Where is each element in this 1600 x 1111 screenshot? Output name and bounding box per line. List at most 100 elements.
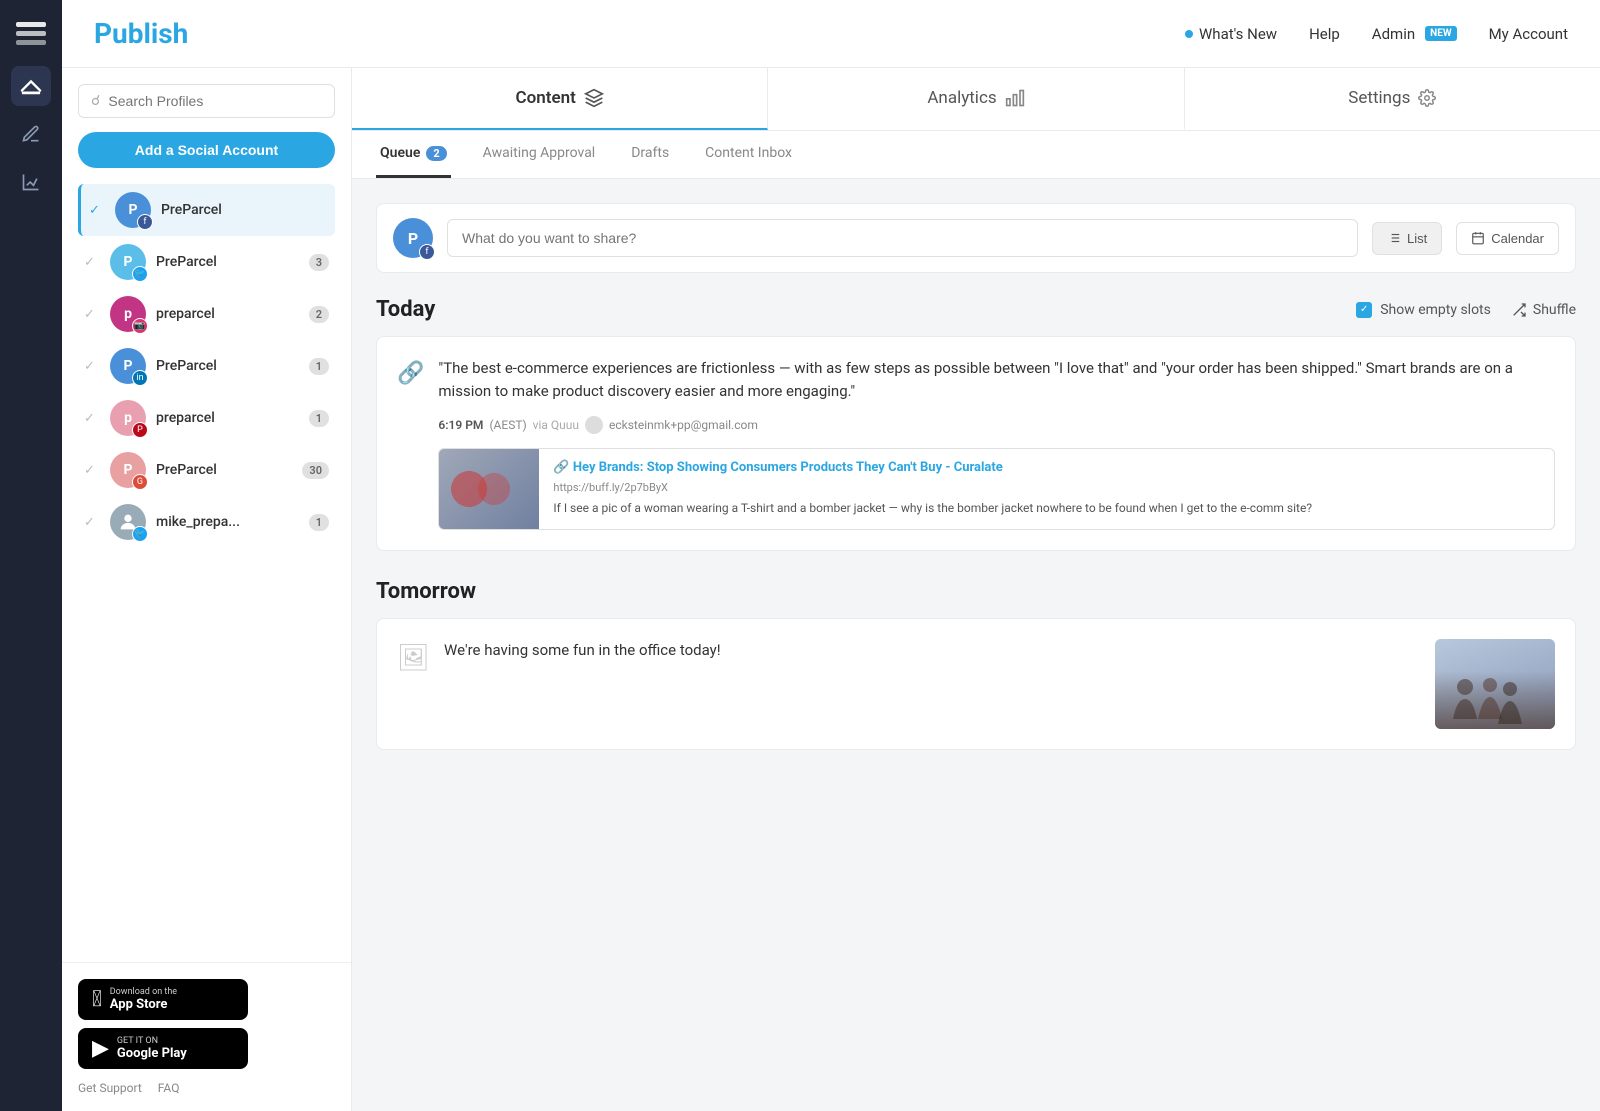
sub-tabs: Queue 2 Awaiting Approval Drafts Content…: [352, 131, 1600, 179]
show-empty-checkbox[interactable]: ✓: [1356, 302, 1372, 318]
queue-badge: 2: [426, 146, 446, 161]
instagram-badge: 📷: [132, 318, 148, 334]
subtab-queue[interactable]: Queue 2: [376, 131, 451, 178]
google-play-big-text: Google Play: [117, 1046, 187, 1061]
sidebar-icon-analytics[interactable]: [11, 162, 51, 202]
app-title: Publish: [94, 17, 1185, 50]
tab-settings[interactable]: Settings: [1185, 68, 1600, 130]
twitter-badge-mike: 🐦: [132, 526, 148, 542]
tomorrow-header: Tomorrow: [376, 579, 1576, 604]
apple-icon: : [92, 987, 102, 1012]
post-link-content: 🔗 Hey Brands: Stop Showing Consumers Pro…: [539, 449, 1554, 529]
post-link-preview[interactable]: 🔗 Hey Brands: Stop Showing Consumers Pro…: [438, 448, 1555, 530]
subtab-drafts[interactable]: Drafts: [627, 131, 673, 178]
google-play-icon: ▶: [92, 1036, 109, 1061]
nav-my-account[interactable]: My Account: [1489, 25, 1568, 43]
profile-name-gp: PreParcel: [156, 462, 292, 478]
sidebar-icon-publish[interactable]: [11, 66, 51, 106]
subtab-awaiting-approval[interactable]: Awaiting Approval: [479, 131, 600, 178]
check-icon-ig: ✓: [84, 307, 100, 322]
gear-icon: [1418, 89, 1436, 107]
profile-name-li: PreParcel: [156, 358, 299, 374]
shuffle-icon: [1511, 302, 1527, 318]
nav-admin[interactable]: Admin NEW: [1372, 25, 1457, 43]
app-store-button[interactable]:  Download on the App Store: [78, 979, 248, 1020]
profile-name-pi: preparcel: [156, 410, 299, 426]
avatar-preparcel-pi: p P: [110, 400, 146, 436]
post-time: 6:19 PM: [438, 418, 483, 432]
app-store-big-text: App Store: [110, 997, 177, 1012]
profile-item-preparcel-pi[interactable]: ✓ p P preparcel 1: [78, 392, 335, 444]
avatar-preparcel-ig: p 📷: [110, 296, 146, 332]
post-link-url: https://buff.ly/2p7bByX: [553, 481, 1540, 494]
profile-item-preparcel-fb[interactable]: ✓ P f PreParcel: [78, 184, 335, 236]
post-content-2: We're having some fun in the office toda…: [444, 639, 1555, 729]
whats-new-dot: [1185, 30, 1193, 38]
sidebar-icon-drafts[interactable]: [11, 114, 51, 154]
add-account-button[interactable]: Add a Social Account: [78, 132, 335, 168]
tomorrow-section: Tomorrow 🖼 We're having some fun in the …: [376, 579, 1576, 750]
profile-item-mike-tw[interactable]: ✓ 🐦 mike_prepa... 1: [78, 496, 335, 548]
main-tabs: Content Analytics Sett: [352, 68, 1600, 131]
profile-item-preparcel-gp[interactable]: ✓ P G PreParcel 30: [78, 444, 335, 496]
check-icon-fb: ✓: [89, 203, 105, 218]
profile-count-ig: 2: [309, 306, 329, 323]
layers-icon: [584, 88, 604, 108]
twitter-badge: 🐦: [132, 266, 148, 282]
profile-name-tw: PreParcel: [156, 254, 299, 270]
search-icon: ☌: [91, 93, 100, 109]
post-link-image-mock: [439, 449, 539, 529]
compose-input[interactable]: [447, 219, 1358, 257]
app-logo[interactable]: [14, 16, 48, 50]
people-silhouette: [1445, 669, 1525, 724]
show-empty-slots-toggle[interactable]: ✓ Show empty slots: [1356, 302, 1491, 318]
post-card-1: 🔗 "The best e-commerce experiences are f…: [376, 336, 1576, 551]
app-sidebar: [0, 0, 62, 1111]
settings-tab-label: Settings: [1348, 88, 1410, 108]
post-text-1: "The best e-commerce experiences are fri…: [438, 357, 1555, 402]
profile-count-pi: 1: [309, 410, 329, 427]
top-nav-links: What's New Help Admin NEW My Account: [1185, 25, 1568, 43]
calendar-view-button[interactable]: Calendar: [1456, 222, 1559, 255]
shuffle-button[interactable]: Shuffle: [1511, 302, 1576, 318]
linkedin-badge: in: [132, 370, 148, 386]
profile-count-mike: 1: [309, 514, 329, 531]
post-icon-col-2: 🖼: [397, 639, 430, 673]
post-meta-1: 6:19 PM (AEST) via Quuu ecksteinmk+pp@gm…: [438, 416, 1555, 434]
googleplus-badge: G: [132, 474, 148, 490]
nav-whats-new[interactable]: What's New: [1185, 25, 1277, 43]
search-input[interactable]: [108, 93, 322, 109]
profile-item-preparcel-li[interactable]: ✓ P in PreParcel 1: [78, 340, 335, 392]
main-container: Publish What's New Help Admin NEW My Acc…: [62, 0, 1600, 1111]
post-timezone: (AEST): [489, 418, 526, 432]
get-support-link[interactable]: Get Support: [78, 1081, 142, 1095]
profile-item-preparcel-ig[interactable]: ✓ p 📷 preparcel 2: [78, 288, 335, 340]
tab-content[interactable]: Content: [352, 68, 768, 130]
link-icon: 🔗: [397, 361, 424, 386]
today-header: Today ✓ Show empty slots: [376, 297, 1576, 322]
avatar-preparcel-tw: P 🐦: [110, 244, 146, 280]
footer-links: Get Support FAQ: [78, 1081, 335, 1095]
post-card-2: 🖼 We're having some fun in the office to…: [376, 618, 1576, 750]
post-icon-col: 🔗: [397, 357, 424, 530]
profile-item-preparcel-tw[interactable]: ✓ P 🐦 PreParcel 3: [78, 236, 335, 288]
post-link-desc: If I see a pic of a woman wearing a T-sh…: [553, 500, 1540, 517]
app-store-small-text: Download on the: [110, 987, 177, 997]
faq-link[interactable]: FAQ: [158, 1081, 180, 1095]
tab-analytics[interactable]: Analytics: [768, 68, 1184, 130]
nav-help[interactable]: Help: [1309, 25, 1340, 43]
list-view-button[interactable]: List: [1372, 222, 1442, 255]
top-nav: Publish What's New Help Admin NEW My Acc…: [62, 0, 1600, 68]
post-text-2: We're having some fun in the office toda…: [444, 639, 721, 662]
search-box[interactable]: ☌: [78, 84, 335, 118]
post-link-title: 🔗 Hey Brands: Stop Showing Consumers Pro…: [553, 459, 1540, 477]
avatar-preparcel-fb: P f: [115, 192, 151, 228]
subtab-content-inbox[interactable]: Content Inbox: [701, 131, 796, 178]
avatar-preparcel-li: P in: [110, 348, 146, 384]
sidebar-footer:  Download on the App Store ▶ GET IT ON …: [62, 962, 351, 1111]
post-author-avatar: [585, 416, 603, 434]
google-play-button[interactable]: ▶ GET IT ON Google Play: [78, 1028, 248, 1069]
post-via: via Quuu: [533, 418, 579, 432]
check-icon-tw: ✓: [84, 255, 100, 270]
tomorrow-title: Tomorrow: [376, 579, 476, 604]
